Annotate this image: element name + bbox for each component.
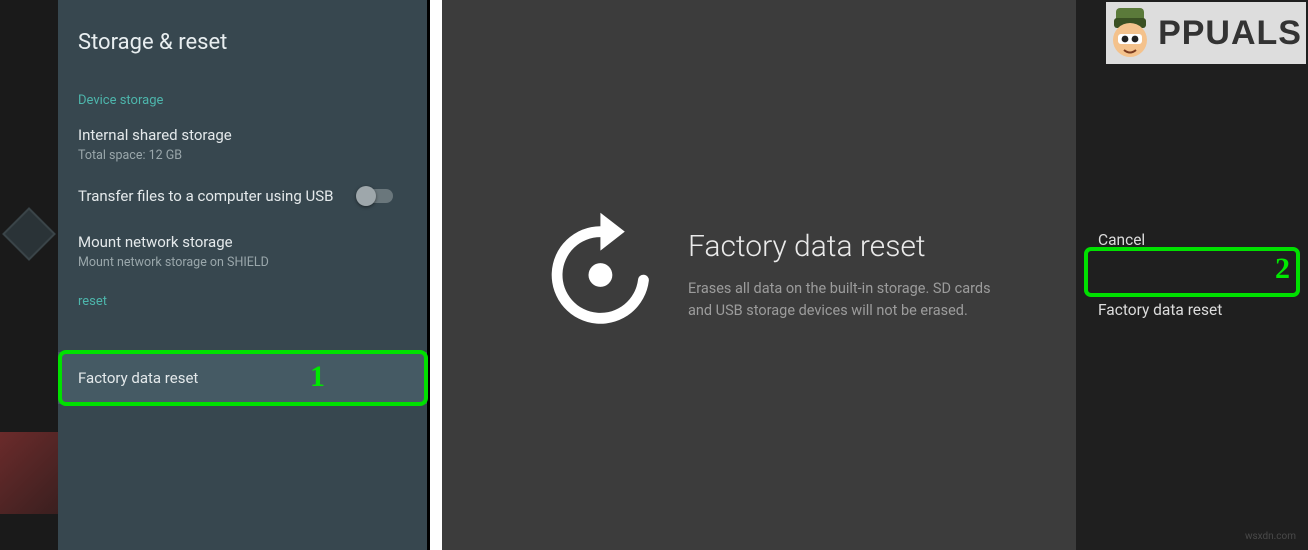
internal-storage-item[interactable]: Internal shared storage Total space: 12 … [78, 126, 403, 163]
factory-reset-info: Factory data reset Erases all data on th… [442, 0, 1076, 550]
mascot-icon [1108, 6, 1152, 60]
restore-icon [530, 210, 660, 340]
source-watermark: wsxdn.com [1245, 531, 1296, 542]
device-storage-section-label: Device storage [78, 93, 403, 108]
factory-reset-description: Erases all data on the built-in storage.… [688, 278, 1018, 322]
factory-data-reset-button[interactable]: Factory data reset [1098, 289, 1286, 331]
factory-reset-confirm-panel: Factory data reset Erases all data on th… [442, 0, 1308, 550]
mount-network-title: Mount network storage [78, 233, 403, 251]
cancel-button[interactable]: Cancel [1098, 219, 1286, 261]
mount-network-item[interactable]: Mount network storage Mount network stor… [78, 233, 403, 270]
annotation-number-2: 2 [1275, 252, 1290, 286]
usb-transfer-item[interactable]: Transfer files to a computer using USB [78, 187, 403, 205]
storage-reset-list: Storage & reset Device storage Internal … [58, 0, 427, 550]
factory-reset-title: Factory data reset [688, 229, 1018, 264]
brand-logo: PPUALS [1106, 2, 1306, 64]
internal-storage-subtitle: Total space: 12 GB [78, 148, 403, 163]
annotation-number-1: 1 [310, 360, 325, 394]
usb-transfer-toggle[interactable] [359, 189, 393, 203]
reset-section-label: reset [78, 294, 403, 309]
page-title: Storage & reset [78, 30, 403, 55]
toggle-knob [356, 186, 376, 206]
internal-storage-title: Internal shared storage [78, 126, 403, 144]
brand-logo-text: PPUALS [1158, 14, 1302, 53]
usb-transfer-label: Transfer files to a computer using USB [78, 187, 333, 205]
confirm-sidebar: Cancel Factory data reset 2 [1076, 0, 1308, 550]
factory-data-reset-label: Factory data reset [78, 369, 198, 387]
thumbnail-image [0, 432, 58, 514]
mount-network-subtitle: Mount network storage on SHIELD [78, 255, 403, 270]
factory-data-reset-item[interactable]: Factory data reset [58, 352, 427, 404]
storage-reset-panel: Storage & reset Device storage Internal … [0, 0, 430, 550]
